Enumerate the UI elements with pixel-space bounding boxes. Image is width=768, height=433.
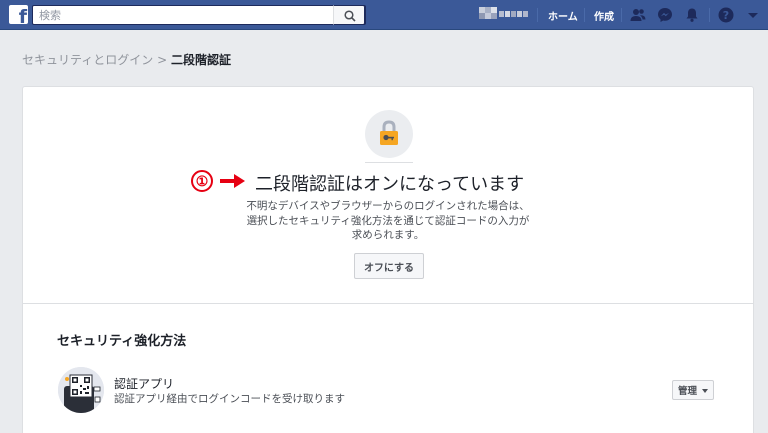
authenticator-app-subtitle: 認証アプリ経由でログインコードを受け取ります [114,393,345,405]
manage-button-label: 管理 [678,386,698,397]
callout-number-badge: ① [191,170,213,192]
icon-divider [365,162,413,163]
breadcrumb-parent-link[interactable]: セキュリティとログイン [22,53,153,67]
search-input[interactable] [33,6,333,24]
lock-icon-circle [365,110,413,158]
turn-off-button[interactable]: オフにする [354,253,424,279]
account-menu-icon[interactable] [745,7,761,23]
authenticator-app-title: 認証アプリ [114,377,175,391]
notifications-icon[interactable] [684,7,700,23]
status-heading: 二段階認証はオンになっています [255,174,525,195]
search-icon [344,10,356,22]
friends-icon[interactable] [630,7,646,23]
manage-dropdown-button[interactable]: 管理 [672,380,714,400]
authenticator-app-avatar [58,367,104,413]
messenger-icon[interactable] [657,7,673,23]
two-factor-card: ① 二段階認証はオンになっています 不明なデバイスやブラウザーからのログインされ… [22,86,754,433]
callout-arrow-icon [220,174,245,188]
nav-separator [584,8,585,22]
profile-avatar-blurred[interactable] [479,7,531,23]
nav-separator [709,8,710,22]
nav-create-link[interactable]: 作成 [594,8,614,23]
breadcrumb: セキュリティとログイン > 二段階認証 [22,51,231,68]
nav-separator [621,8,622,22]
facebook-logo-icon[interactable]: f [9,5,28,24]
top-navigation-bar: f ホーム 作成 ? [0,0,768,30]
breadcrumb-current: 二段階認証 [170,53,231,67]
search-button[interactable] [333,5,365,25]
padlock-key-icon [380,120,398,145]
help-icon[interactable]: ? [718,7,734,23]
nav-separator [537,8,538,22]
breadcrumb-separator: > [153,53,171,67]
search-box [32,5,366,25]
status-section: ① 二段階認証はオンになっています 不明なデバイスやブラウザーからのログインされ… [23,87,753,304]
qr-phone-icon [58,367,104,413]
status-description: 不明なデバイスやブラウザーからのログインされた場合は、選択したセキュリティ強化方… [246,200,530,241]
svg-text:?: ? [723,9,729,22]
security-methods-title: セキュリティ強化方法 [57,334,187,349]
nav-home-link[interactable]: ホーム [548,8,578,23]
chevron-down-icon [702,389,708,393]
